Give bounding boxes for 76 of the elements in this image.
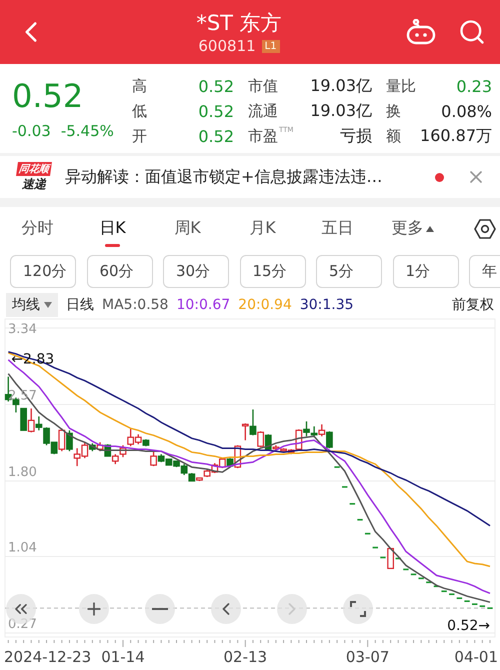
stat-value: 19.03亿 — [309, 76, 372, 98]
zoom-out-button[interactable] — [145, 594, 175, 624]
logo-text: 速递 — [22, 176, 46, 193]
stat-label: 量比 — [385, 77, 417, 96]
fullscreen-button[interactable] — [343, 594, 373, 624]
period-button[interactable]: 60分 — [86, 255, 152, 288]
chart-tab[interactable]: 分时 — [0, 206, 75, 251]
chart-tab[interactable]: 更多 — [375, 206, 450, 251]
moving-average-value: MA5:0.58 — [102, 297, 168, 314]
date-label: 04-01 — [454, 648, 498, 666]
axis-label: 1.04 — [8, 540, 37, 556]
candlestick — [342, 486, 348, 488]
settings-icon[interactable] — [474, 218, 496, 240]
axis-label: 1.80 — [8, 465, 37, 480]
chart-tab[interactable]: 月K — [225, 206, 300, 251]
date-label: 01-14 — [101, 648, 145, 666]
stock-name: *ST 东方 — [196, 10, 282, 38]
stat-label: 开 — [132, 127, 148, 146]
logo-badge: 同花顺 — [16, 162, 52, 176]
period-button[interactable]: 15分 — [240, 255, 306, 288]
stat-value: 0.23 — [455, 77, 492, 96]
stat-value: 160.87万 — [419, 126, 492, 148]
adjustment-label[interactable]: 前复权 — [452, 296, 494, 314]
chart-tab[interactable]: 周K — [150, 206, 225, 251]
price-annotation: 0.52→ — [447, 618, 490, 634]
moving-average-value: 30:1.35 — [300, 297, 354, 314]
candlestick — [372, 546, 378, 548]
current-price: 0.52 — [12, 76, 84, 118]
date-label: 03-07 — [346, 648, 390, 666]
candlestick — [334, 466, 340, 468]
stat-label: 市盈$^{TTM}$ — [247, 127, 294, 146]
period-button[interactable]: 30分 — [163, 255, 229, 288]
candlestick — [364, 532, 370, 534]
minus-icon — [152, 608, 168, 610]
price-change: -0.03 — [12, 122, 51, 140]
corners-icon — [350, 601, 366, 617]
selected-underline — [105, 244, 120, 247]
axis-label: 3.34 — [8, 322, 37, 337]
previous-button[interactable] — [211, 594, 241, 624]
period-button[interactable]: 120分 — [10, 255, 76, 288]
stat-label: 低 — [132, 102, 148, 122]
stat-label: 流通 — [247, 102, 279, 122]
percent-change: -5.45% — [60, 122, 114, 140]
line-type-label: 日线 — [66, 296, 94, 314]
stock-code: 600811 — [198, 37, 256, 56]
caret-icon — [426, 226, 434, 232]
moving-average-value: 20:0.94 — [238, 297, 292, 314]
search-icon — [458, 18, 486, 46]
candlestick — [350, 503, 356, 505]
period-button[interactable]: 5分 — [316, 255, 382, 288]
date-label: 02-13 — [224, 648, 268, 666]
news-headline[interactable]: 异动解读：面值退市锁定+信息披露违法违… — [65, 166, 423, 188]
period-button[interactable]: 年 — [469, 255, 500, 288]
caret-icon — [44, 302, 52, 308]
zoom-in-button[interactable] — [79, 594, 109, 624]
stat-value: 19.03亿 — [309, 101, 372, 122]
stat-label: 换 — [385, 102, 402, 122]
moving-average-value: 10:0.67 — [176, 297, 230, 314]
stat-value: 0.08% — [440, 102, 492, 122]
axis-label: 0.27 — [8, 617, 37, 632]
stat-label: 额 — [385, 127, 402, 146]
indicator-dropdown[interactable]: 均线 — [6, 293, 58, 318]
candlestick — [357, 518, 363, 521]
chart-tab[interactable]: 五日 — [300, 206, 375, 251]
stat-value: 0.52 — [197, 102, 234, 122]
candlestick — [396, 558, 401, 560]
level-badge: L1 — [262, 40, 280, 53]
stat-label: 高 — [132, 77, 148, 96]
stat-value: 0.52 — [197, 127, 234, 146]
chart-tab[interactable]: 日K — [75, 206, 150, 251]
date-label: 2024-12-23 — [4, 648, 92, 666]
stat-label: 市值 — [247, 77, 279, 96]
robot-icon — [406, 19, 436, 46]
stat-value: 0.52 — [197, 77, 234, 96]
period-button[interactable]: 1分 — [392, 255, 458, 288]
stat-value: 亏损 — [339, 126, 372, 148]
